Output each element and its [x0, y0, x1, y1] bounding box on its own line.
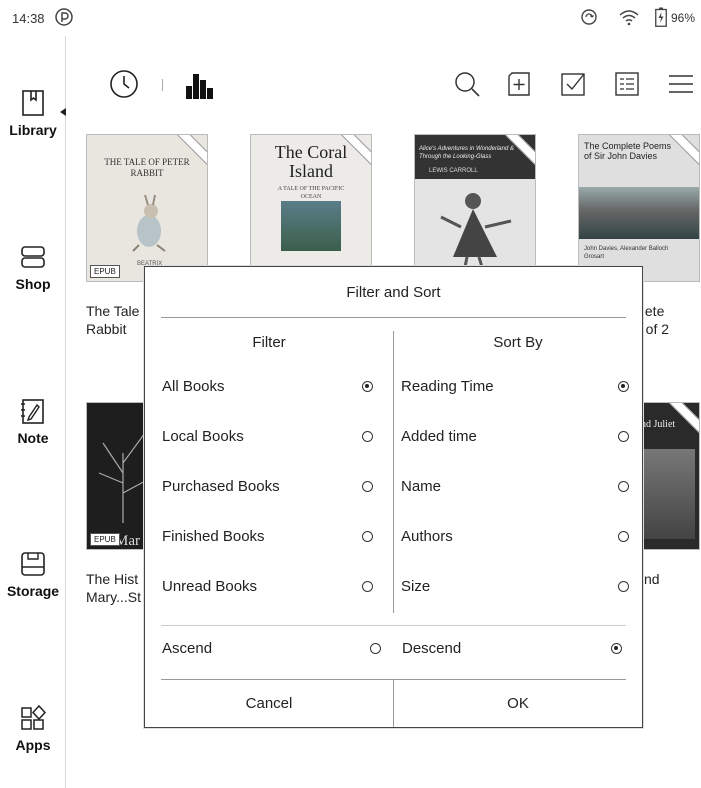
dialog-title: Filter and Sort: [346, 284, 441, 301]
add-icon[interactable]: [504, 68, 534, 100]
pocket-icon: [55, 8, 73, 26]
sync-icon: [581, 9, 597, 25]
option-label: Authors: [401, 528, 453, 545]
sidebar-item-label: Apps: [15, 737, 51, 753]
wifi-icon: [619, 10, 639, 26]
cover-title: The Coral Island: [274, 142, 348, 181]
status-bar: 14:38 96%: [0, 0, 701, 36]
radio-button[interactable]: [362, 381, 373, 392]
book-cover[interactable]: The Coral Island A TALE OF THE PACIFIC O…: [250, 134, 372, 282]
option-label: Size: [401, 578, 431, 595]
search-icon[interactable]: [452, 68, 482, 100]
option-label: Added time: [401, 428, 477, 445]
bar-chart-icon[interactable]: [184, 68, 216, 100]
radio-button[interactable]: [362, 531, 373, 542]
option-label: Descend: [402, 640, 462, 657]
sidebar-item-storage[interactable]: Storage: [0, 549, 66, 599]
filter-header: Filter: [252, 334, 286, 351]
shop-icon: [21, 246, 45, 268]
battery-icon: [655, 7, 667, 27]
library-icon: [22, 90, 44, 116]
radio-button[interactable]: [362, 581, 373, 592]
cover-title: THE TALE OF PETER RABBIT: [104, 157, 190, 178]
book-title: nd: [644, 571, 660, 587]
cover-illustration: [281, 201, 341, 251]
book-cover[interactable]: Alice's Adventures in Wonderland & Throu…: [414, 134, 536, 282]
cover-title: Alice's Adventures in Wonderland & Throu…: [419, 146, 514, 160]
filter-sort-dialog: Filter and Sort Filter Sort By All Books…: [144, 266, 643, 728]
sidebar-item-label: Note: [17, 430, 49, 446]
toolbar-divider: [162, 79, 163, 91]
cover-title: nd Juliet: [641, 419, 676, 430]
cancel-button[interactable]: Cancel: [145, 681, 393, 727]
divider: [393, 331, 394, 613]
battery-percent: 96%: [671, 11, 696, 25]
cover-illustration: [579, 187, 699, 239]
cover-author: LEWIS CARROLL: [429, 168, 478, 174]
radio-button[interactable]: [362, 481, 373, 492]
sidebar-item-label: Shop: [15, 276, 51, 292]
storage-icon: [21, 552, 45, 576]
radio-button[interactable]: [618, 481, 629, 492]
format-badge: EPUB: [90, 533, 120, 546]
sidebar-item-label: Library: [9, 122, 57, 138]
sort-header: Sort By: [493, 334, 543, 351]
sidebar-item-label: Storage: [6, 583, 60, 599]
option-label: Purchased Books: [162, 478, 280, 495]
status-time: 14:38: [12, 11, 45, 26]
sidebar-item-library[interactable]: Library: [0, 88, 66, 138]
apps-icon: [21, 704, 47, 730]
option-label: Name: [401, 478, 442, 495]
book-title: The Tale Rabbit: [86, 303, 140, 337]
ok-button[interactable]: OK: [394, 681, 642, 727]
option-label: Finished Books: [162, 528, 265, 545]
note-icon: [21, 399, 44, 424]
radio-button[interactable]: [618, 531, 629, 542]
sidebar-item-shop[interactable]: Shop: [0, 242, 66, 292]
rabbit-illustration-icon: [132, 194, 166, 252]
option-label: Ascend: [162, 640, 213, 657]
cover-title: The Complete Poems of Sir John Davies: [584, 141, 672, 161]
radio-button[interactable]: [370, 643, 381, 654]
clock-icon[interactable]: [108, 68, 140, 100]
menu-icon[interactable]: [666, 68, 696, 100]
sidebar: Library Shop Note Storage Apps: [0, 36, 66, 788]
radio-button[interactable]: [618, 581, 629, 592]
radio-button[interactable]: [611, 643, 622, 654]
book-title: The Hist Mary...St: [86, 571, 141, 605]
option-label: All Books: [162, 378, 225, 395]
book-cover[interactable]: THE TALE OF PETER RABBIT BEATRIX EPUB: [86, 134, 208, 282]
select-icon[interactable]: [558, 68, 588, 100]
cover-author: John Davies, Alexander Balloch Grosart: [584, 246, 669, 260]
option-label: Reading Time: [401, 378, 494, 395]
sidebar-item-note[interactable]: Note: [0, 396, 66, 446]
radio-button[interactable]: [362, 431, 373, 442]
divider: [161, 317, 626, 318]
option-label: Local Books: [162, 428, 244, 445]
sidebar-item-apps[interactable]: Apps: [0, 703, 66, 753]
radio-button[interactable]: [618, 381, 629, 392]
option-label: Unread Books: [162, 578, 258, 595]
book-cover[interactable]: The Complete Poems of Sir John Davies Jo…: [578, 134, 700, 282]
cover-subtitle: A TALE OF THE PACIFIC OCEAN: [277, 186, 345, 200]
radio-button[interactable]: [618, 431, 629, 442]
list-view-icon[interactable]: [612, 68, 642, 100]
active-indicator-icon: [60, 108, 66, 116]
cover-illustration: [641, 449, 695, 539]
format-badge: EPUB: [90, 265, 120, 278]
divider: [161, 625, 626, 626]
